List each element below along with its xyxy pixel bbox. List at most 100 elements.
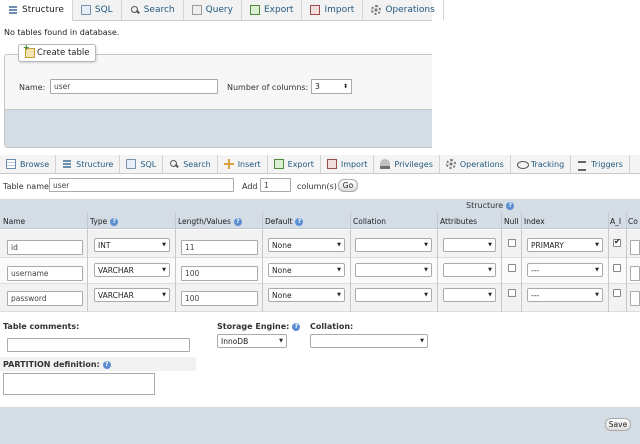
tab-label: Browse: [20, 159, 50, 169]
table-name-label: Table name:: [3, 182, 52, 191]
tab-label: Import: [324, 5, 355, 15]
triggers-icon: [577, 159, 587, 171]
auto-increment-checkbox[interactable]: [613, 289, 621, 297]
column-name-input[interactable]: password: [7, 291, 83, 306]
tab-search[interactable]: Search: [122, 0, 184, 20]
help-icon[interactable]: ?: [110, 217, 119, 226]
operations-icon: [445, 159, 456, 169]
table-collation-select[interactable]: ▼: [310, 334, 428, 348]
chevron-down-icon: ▼: [424, 242, 428, 248]
select-value: VARCHAR: [98, 265, 134, 275]
chevron-down-icon: ▼: [337, 292, 341, 298]
export-icon: [273, 159, 284, 169]
tab-table-structure[interactable]: Structure: [56, 155, 121, 173]
tab-table-operations[interactable]: Operations: [440, 155, 511, 173]
table-comments-input[interactable]: [7, 338, 190, 352]
column-type-select[interactable]: VARCHAR ▼: [94, 288, 170, 302]
column-collation-select[interactable]: ▼: [355, 288, 432, 302]
search-icon: [169, 159, 179, 169]
num-columns-stepper[interactable]: 3 ⬍: [311, 79, 352, 94]
null-checkbox[interactable]: [508, 264, 516, 272]
column-comment-input[interactable]: [630, 266, 640, 281]
column-divider: [501, 212, 502, 312]
column-length-input[interactable]: 100: [181, 266, 258, 281]
header-comments-label: Co: [628, 217, 638, 226]
insert-icon: [223, 159, 234, 169]
partition-textarea[interactable]: [3, 373, 155, 395]
tab-privileges[interactable]: Privileges: [374, 155, 440, 173]
column-collation-select[interactable]: ▼: [355, 263, 432, 277]
column-index-select[interactable]: PRIMARY ▼: [527, 238, 603, 252]
column-attributes-select[interactable]: ▼: [443, 263, 496, 277]
column-name-input[interactable]: username: [7, 266, 83, 281]
help-icon[interactable]: ?: [295, 217, 304, 226]
tab-label: Triggers: [591, 159, 623, 169]
auto-increment-checkbox[interactable]: [613, 264, 621, 272]
column-type-select[interactable]: INT ▼: [94, 238, 170, 252]
column-default-select[interactable]: None ▼: [268, 288, 345, 302]
storage-engine-label: Storage Engine:: [217, 322, 290, 331]
tab-label: Search: [183, 159, 211, 169]
column-collation-select[interactable]: ▼: [355, 238, 432, 252]
column-length-input[interactable]: 11: [181, 240, 258, 255]
column-index-select[interactable]: --- ▼: [527, 263, 603, 277]
column-comment-input[interactable]: [630, 240, 640, 255]
null-checkbox[interactable]: [508, 289, 516, 297]
tab-sql[interactable]: SQL: [73, 0, 122, 20]
tab-table-sql[interactable]: SQL: [120, 155, 164, 173]
header-collation-label: Collation: [353, 217, 386, 226]
storage-engine-select[interactable]: InnoDB ▼: [217, 334, 287, 348]
query-icon: [191, 5, 202, 15]
tab-label: Import: [340, 159, 368, 169]
tab-tracking[interactable]: Tracking: [511, 155, 572, 173]
column-default-select[interactable]: None ▼: [268, 238, 345, 252]
chevron-down-icon: ▼: [424, 292, 428, 298]
save-button[interactable]: Save: [605, 418, 631, 431]
add-columns-input[interactable]: 1: [260, 178, 291, 192]
column-type-select[interactable]: VARCHAR ▼: [94, 263, 170, 277]
header-collation: Collation: [353, 217, 386, 226]
auto-increment-checkbox[interactable]: [613, 237, 621, 247]
tab-table-export[interactable]: Export: [268, 155, 321, 173]
column-default-select[interactable]: None ▼: [268, 263, 345, 277]
tab-operations[interactable]: Operations: [363, 0, 444, 20]
spinner-arrows-icon[interactable]: ⬍: [343, 83, 348, 90]
chevron-down-icon: ▼: [424, 267, 428, 273]
table-name-input[interactable]: user: [49, 178, 234, 192]
tab-table-import[interactable]: Import: [321, 155, 375, 173]
create-name-input[interactable]: user: [50, 79, 218, 94]
column-length-input[interactable]: 100: [181, 291, 258, 306]
column-divider: [437, 212, 438, 312]
tab-insert[interactable]: Insert: [218, 155, 268, 173]
header-null: Null: [504, 217, 519, 226]
chevron-down-icon: ▼: [162, 267, 166, 273]
help-icon[interactable]: ?: [102, 360, 111, 369]
chevron-down-icon: ▼: [595, 267, 599, 273]
tab-label: Export: [263, 5, 294, 15]
tab-triggers[interactable]: Triggers: [571, 155, 630, 173]
column-attributes-select[interactable]: ▼: [443, 238, 496, 252]
tab-export[interactable]: Export: [242, 0, 303, 20]
chevron-down-icon: ▼: [279, 338, 283, 344]
column-comment-input[interactable]: [630, 291, 640, 306]
tab-table-search[interactable]: Search: [163, 155, 218, 173]
column-index-select[interactable]: --- ▼: [527, 288, 603, 302]
help-icon[interactable]: ?: [292, 322, 301, 331]
tab-label: Query: [205, 5, 233, 15]
tab-query[interactable]: Query: [184, 0, 242, 20]
help-icon[interactable]: ?: [506, 201, 515, 210]
structure-heading: Structure?: [466, 201, 515, 210]
tab-structure[interactable]: Structure: [0, 0, 73, 21]
num-columns-label: Number of columns:: [227, 83, 309, 92]
tab-browse[interactable]: Browse: [0, 155, 57, 173]
column-name-input[interactable]: id: [7, 240, 83, 255]
column-attributes-select[interactable]: ▼: [443, 288, 496, 302]
go-button[interactable]: Go: [338, 179, 358, 192]
tab-import[interactable]: Import: [302, 0, 364, 20]
operations-icon: [371, 5, 382, 15]
help-icon[interactable]: ?: [233, 217, 242, 226]
header-index-label: Index: [524, 217, 545, 226]
null-checkbox[interactable]: [508, 239, 516, 247]
search-icon: [130, 5, 140, 15]
chevron-down-icon: ▼: [595, 242, 599, 248]
